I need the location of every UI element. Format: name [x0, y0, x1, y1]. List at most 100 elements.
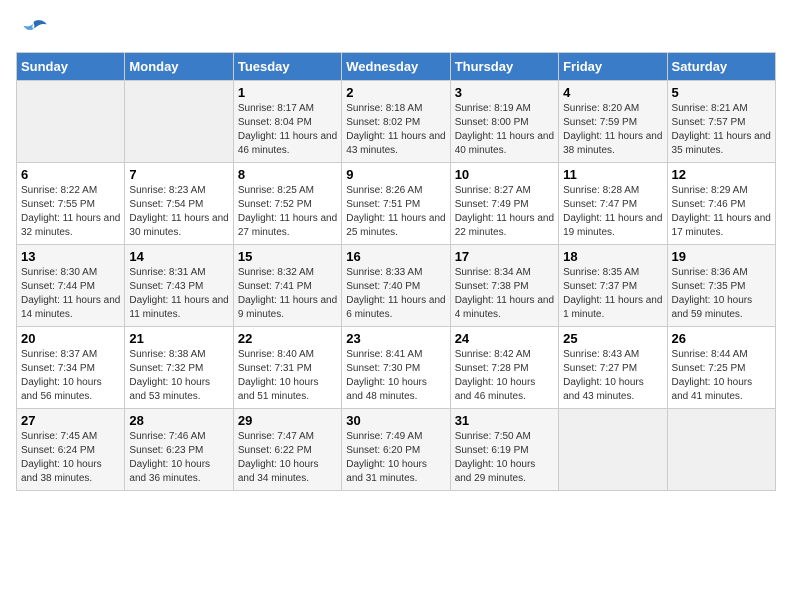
- calendar-cell: 15 Sunrise: 8:32 AM Sunset: 7:41 PM Dayl…: [233, 245, 341, 327]
- sunset: Sunset: 7:34 PM: [21, 363, 95, 374]
- day-number: 10: [455, 167, 554, 182]
- day-info: Sunrise: 8:41 AM Sunset: 7:30 PM Dayligh…: [346, 348, 445, 404]
- daylight: Daylight: 11 hours and 1 minute.: [563, 295, 662, 320]
- daylight: Daylight: 10 hours and 34 minutes.: [238, 459, 319, 484]
- day-info: Sunrise: 7:46 AM Sunset: 6:23 PM Dayligh…: [129, 430, 228, 486]
- daylight: Daylight: 11 hours and 38 minutes.: [563, 131, 662, 156]
- day-number: 1: [238, 85, 337, 100]
- day-header-saturday: Saturday: [667, 53, 775, 81]
- calendar-cell: 20 Sunrise: 8:37 AM Sunset: 7:34 PM Dayl…: [17, 327, 125, 409]
- daylight: Daylight: 11 hours and 25 minutes.: [346, 213, 445, 238]
- day-info: Sunrise: 7:45 AM Sunset: 6:24 PM Dayligh…: [21, 430, 120, 486]
- sunrise: Sunrise: 8:34 AM: [455, 267, 531, 278]
- day-number: 20: [21, 331, 120, 346]
- day-number: 24: [455, 331, 554, 346]
- sunset: Sunset: 8:02 PM: [346, 117, 420, 128]
- day-info: Sunrise: 8:25 AM Sunset: 7:52 PM Dayligh…: [238, 184, 337, 240]
- day-header-monday: Monday: [125, 53, 233, 81]
- sunset: Sunset: 7:40 PM: [346, 281, 420, 292]
- sunset: Sunset: 7:32 PM: [129, 363, 203, 374]
- sunrise: Sunrise: 8:37 AM: [21, 349, 97, 360]
- day-info: Sunrise: 8:18 AM Sunset: 8:02 PM Dayligh…: [346, 102, 445, 158]
- day-info: Sunrise: 8:37 AM Sunset: 7:34 PM Dayligh…: [21, 348, 120, 404]
- calendar-cell: [667, 409, 775, 491]
- sunrise: Sunrise: 8:41 AM: [346, 349, 422, 360]
- sunrise: Sunrise: 8:43 AM: [563, 349, 639, 360]
- sunset: Sunset: 7:52 PM: [238, 199, 312, 210]
- daylight: Daylight: 11 hours and 27 minutes.: [238, 213, 337, 238]
- sunset: Sunset: 7:38 PM: [455, 281, 529, 292]
- calendar-cell: 9 Sunrise: 8:26 AM Sunset: 7:51 PM Dayli…: [342, 163, 450, 245]
- sunset: Sunset: 7:49 PM: [455, 199, 529, 210]
- page-header: [16, 16, 776, 44]
- day-header-friday: Friday: [559, 53, 667, 81]
- day-number: 9: [346, 167, 445, 182]
- day-number: 14: [129, 249, 228, 264]
- calendar-cell: 21 Sunrise: 8:38 AM Sunset: 7:32 PM Dayl…: [125, 327, 233, 409]
- daylight: Daylight: 11 hours and 9 minutes.: [238, 295, 337, 320]
- sunrise: Sunrise: 8:31 AM: [129, 267, 205, 278]
- daylight: Daylight: 10 hours and 36 minutes.: [129, 459, 210, 484]
- calendar-week-row: 27 Sunrise: 7:45 AM Sunset: 6:24 PM Dayl…: [17, 409, 776, 491]
- daylight: Daylight: 11 hours and 4 minutes.: [455, 295, 554, 320]
- daylight: Daylight: 10 hours and 53 minutes.: [129, 377, 210, 402]
- calendar-header-row: SundayMondayTuesdayWednesdayThursdayFrid…: [17, 53, 776, 81]
- day-number: 6: [21, 167, 120, 182]
- daylight: Daylight: 10 hours and 31 minutes.: [346, 459, 427, 484]
- sunset: Sunset: 7:28 PM: [455, 363, 529, 374]
- day-number: 19: [672, 249, 771, 264]
- sunset: Sunset: 7:25 PM: [672, 363, 746, 374]
- sunrise: Sunrise: 8:25 AM: [238, 185, 314, 196]
- sunrise: Sunrise: 8:42 AM: [455, 349, 531, 360]
- sunrise: Sunrise: 7:49 AM: [346, 431, 422, 442]
- day-header-wednesday: Wednesday: [342, 53, 450, 81]
- day-number: 22: [238, 331, 337, 346]
- day-number: 28: [129, 413, 228, 428]
- calendar-cell: 23 Sunrise: 8:41 AM Sunset: 7:30 PM Dayl…: [342, 327, 450, 409]
- sunrise: Sunrise: 8:33 AM: [346, 267, 422, 278]
- day-number: 7: [129, 167, 228, 182]
- sunrise: Sunrise: 8:40 AM: [238, 349, 314, 360]
- calendar-cell: 16 Sunrise: 8:33 AM Sunset: 7:40 PM Dayl…: [342, 245, 450, 327]
- day-number: 17: [455, 249, 554, 264]
- calendar-cell: 28 Sunrise: 7:46 AM Sunset: 6:23 PM Dayl…: [125, 409, 233, 491]
- day-info: Sunrise: 8:34 AM Sunset: 7:38 PM Dayligh…: [455, 266, 554, 322]
- day-number: 31: [455, 413, 554, 428]
- calendar-cell: 19 Sunrise: 8:36 AM Sunset: 7:35 PM Dayl…: [667, 245, 775, 327]
- day-number: 3: [455, 85, 554, 100]
- calendar-week-row: 6 Sunrise: 8:22 AM Sunset: 7:55 PM Dayli…: [17, 163, 776, 245]
- day-info: Sunrise: 8:21 AM Sunset: 7:57 PM Dayligh…: [672, 102, 771, 158]
- calendar-cell: 12 Sunrise: 8:29 AM Sunset: 7:46 PM Dayl…: [667, 163, 775, 245]
- sunset: Sunset: 7:47 PM: [563, 199, 637, 210]
- day-info: Sunrise: 8:40 AM Sunset: 7:31 PM Dayligh…: [238, 348, 337, 404]
- sunset: Sunset: 6:23 PM: [129, 445, 203, 456]
- calendar-cell: 5 Sunrise: 8:21 AM Sunset: 7:57 PM Dayli…: [667, 81, 775, 163]
- calendar-cell: 29 Sunrise: 7:47 AM Sunset: 6:22 PM Dayl…: [233, 409, 341, 491]
- calendar-cell: 17 Sunrise: 8:34 AM Sunset: 7:38 PM Dayl…: [450, 245, 558, 327]
- sunset: Sunset: 7:57 PM: [672, 117, 746, 128]
- calendar-cell: 26 Sunrise: 8:44 AM Sunset: 7:25 PM Dayl…: [667, 327, 775, 409]
- day-number: 16: [346, 249, 445, 264]
- day-number: 21: [129, 331, 228, 346]
- calendar-cell: 3 Sunrise: 8:19 AM Sunset: 8:00 PM Dayli…: [450, 81, 558, 163]
- day-info: Sunrise: 8:28 AM Sunset: 7:47 PM Dayligh…: [563, 184, 662, 240]
- daylight: Daylight: 11 hours and 40 minutes.: [455, 131, 554, 156]
- daylight: Daylight: 11 hours and 6 minutes.: [346, 295, 445, 320]
- day-number: 5: [672, 85, 771, 100]
- day-number: 11: [563, 167, 662, 182]
- day-info: Sunrise: 8:35 AM Sunset: 7:37 PM Dayligh…: [563, 266, 662, 322]
- calendar-cell: 22 Sunrise: 8:40 AM Sunset: 7:31 PM Dayl…: [233, 327, 341, 409]
- sunset: Sunset: 8:00 PM: [455, 117, 529, 128]
- calendar-cell: 18 Sunrise: 8:35 AM Sunset: 7:37 PM Dayl…: [559, 245, 667, 327]
- daylight: Daylight: 10 hours and 51 minutes.: [238, 377, 319, 402]
- sunrise: Sunrise: 8:21 AM: [672, 103, 748, 114]
- sunrise: Sunrise: 8:30 AM: [21, 267, 97, 278]
- logo-bird-icon: [20, 16, 48, 44]
- daylight: Daylight: 10 hours and 46 minutes.: [455, 377, 536, 402]
- daylight: Daylight: 10 hours and 41 minutes.: [672, 377, 753, 402]
- sunset: Sunset: 6:19 PM: [455, 445, 529, 456]
- day-number: 8: [238, 167, 337, 182]
- daylight: Daylight: 11 hours and 30 minutes.: [129, 213, 228, 238]
- day-info: Sunrise: 8:20 AM Sunset: 7:59 PM Dayligh…: [563, 102, 662, 158]
- daylight: Daylight: 11 hours and 43 minutes.: [346, 131, 445, 156]
